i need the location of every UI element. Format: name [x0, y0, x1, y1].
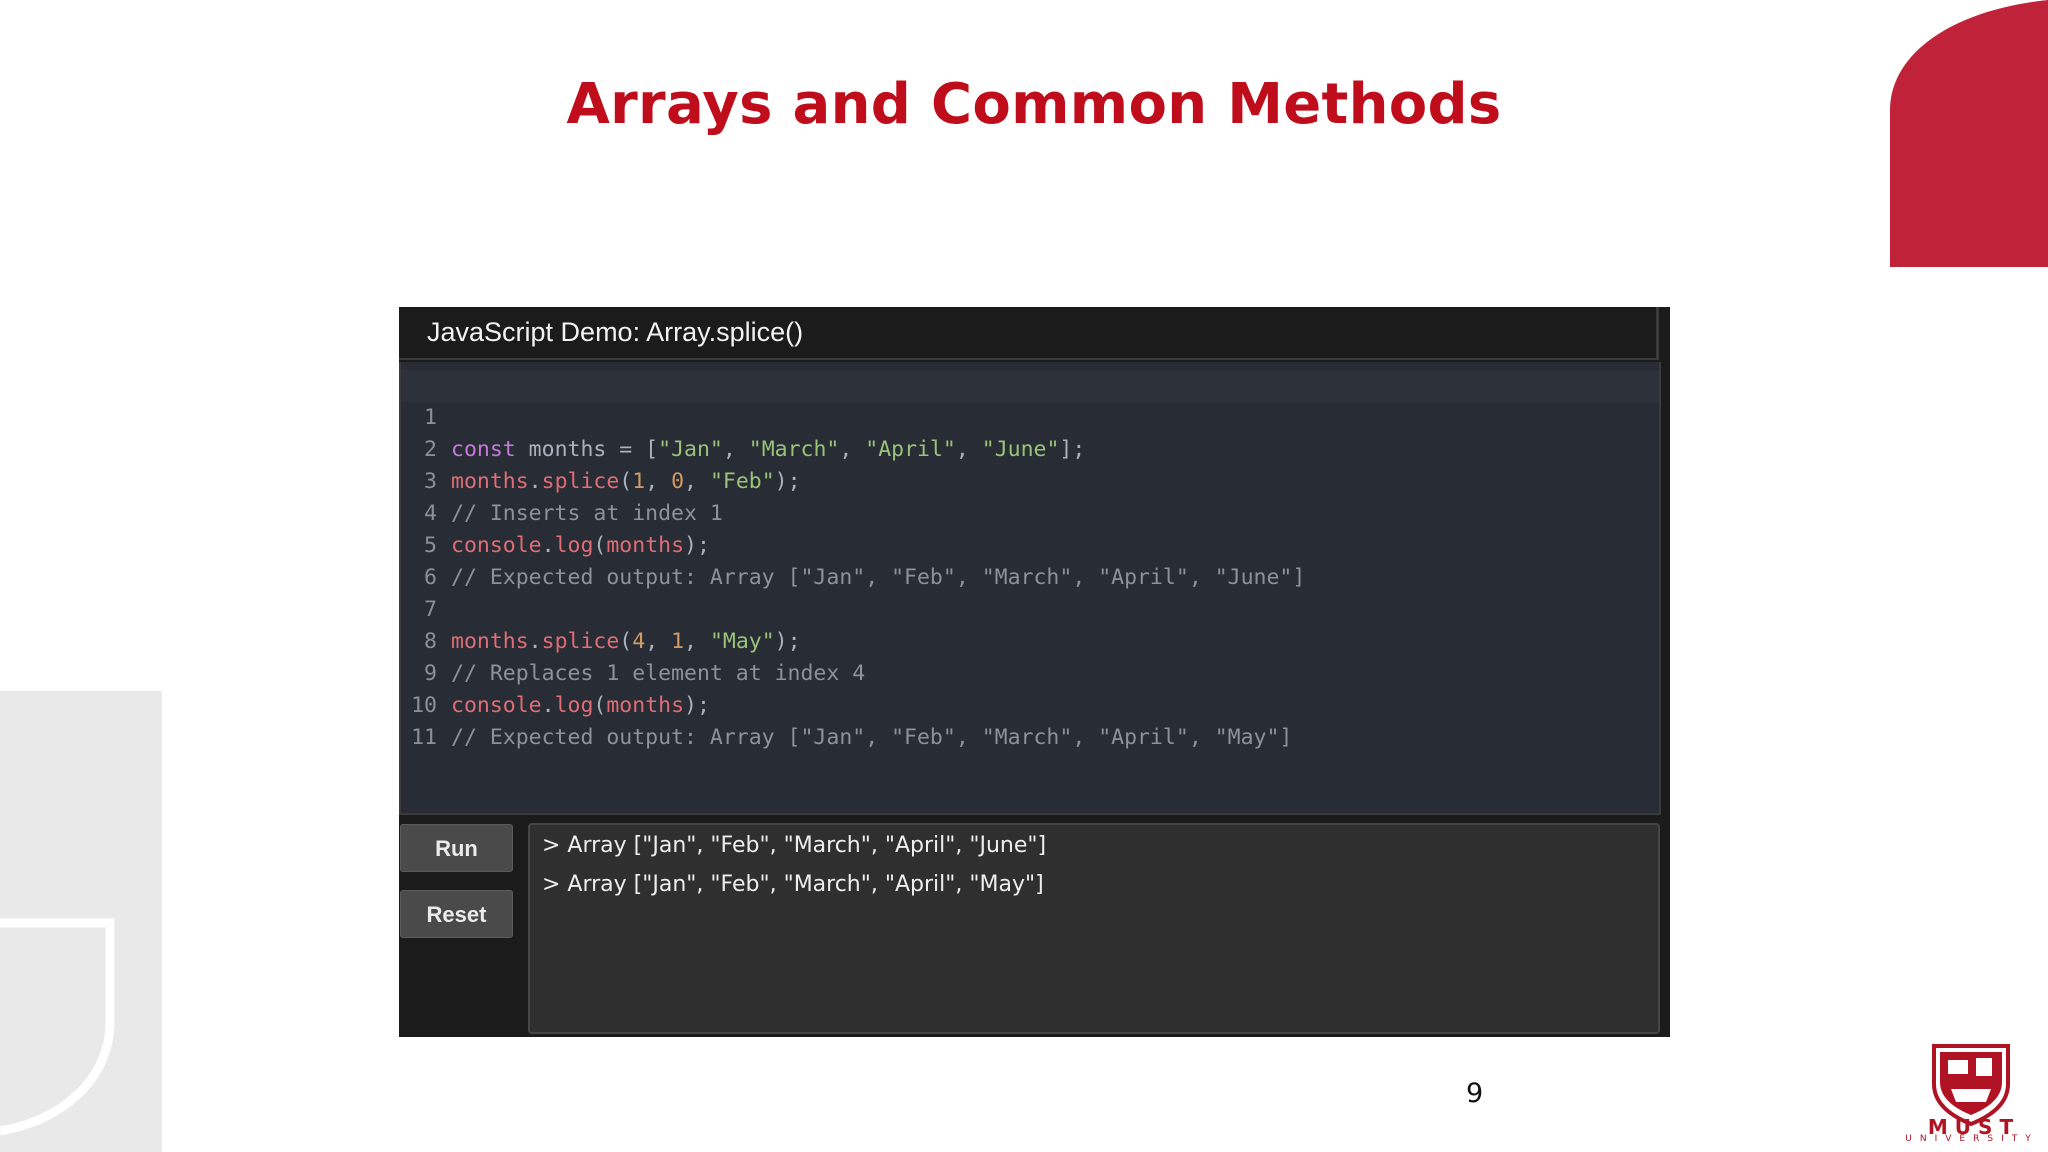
code-line[interactable]: 8 // Replaces 1 element at index 4: [401, 594, 1659, 686]
corner-decoration: [1890, 0, 2048, 267]
code-line[interactable]: 11: [401, 690, 1659, 750]
reset-button[interactable]: Reset: [400, 890, 513, 938]
code-line[interactable]: 4 console.log(months);: [401, 466, 1659, 558]
shield-decoration: [0, 691, 162, 1152]
line-number: 11: [411, 725, 437, 750]
console-output: > Array ["Jan", "Feb", "March", "April",…: [528, 823, 1660, 1034]
code-line[interactable]: 5 // Expected output: Array ["Jan", "Feb…: [401, 498, 1659, 590]
code-line[interactable]: 1 const months = ["Jan", "March", "April…: [401, 370, 1659, 462]
slide-title: Arrays and Common Methods: [566, 72, 1502, 137]
code-line[interactable]: 7 months.splice(4, 1, "May");: [401, 562, 1659, 654]
code-line[interactable]: 9 console.log(months);: [401, 626, 1659, 718]
demo-title: JavaScript Demo: Array.splice(): [427, 317, 804, 347]
code-comment: // Expected output: Array ["Jan", "Feb",…: [451, 725, 1293, 750]
logo-subtitle: UNIVERSITY: [1905, 1134, 2039, 1144]
code-editor[interactable]: 1 const months = ["Jan", "March", "April…: [399, 362, 1661, 815]
console-line: > Array ["Jan", "Feb", "March", "April",…: [542, 833, 1047, 858]
run-button[interactable]: Run: [400, 824, 513, 872]
code-line[interactable]: 3 // Inserts at index 1: [401, 434, 1659, 526]
code-line[interactable]: 2 months.splice(1, 0, "Feb");: [401, 402, 1659, 494]
code-line[interactable]: 6: [401, 530, 1659, 590]
page-number: 9: [1466, 1078, 1484, 1109]
console-line: > Array ["Jan", "Feb", "March", "April",…: [542, 872, 1044, 897]
demo-header: JavaScript Demo: Array.splice(): [399, 307, 1659, 360]
interactive-demo-panel: JavaScript Demo: Array.splice() 1 const …: [399, 307, 1670, 1037]
code-line[interactable]: 10 // Expected output: Array ["Jan", "Fe…: [401, 658, 1659, 750]
